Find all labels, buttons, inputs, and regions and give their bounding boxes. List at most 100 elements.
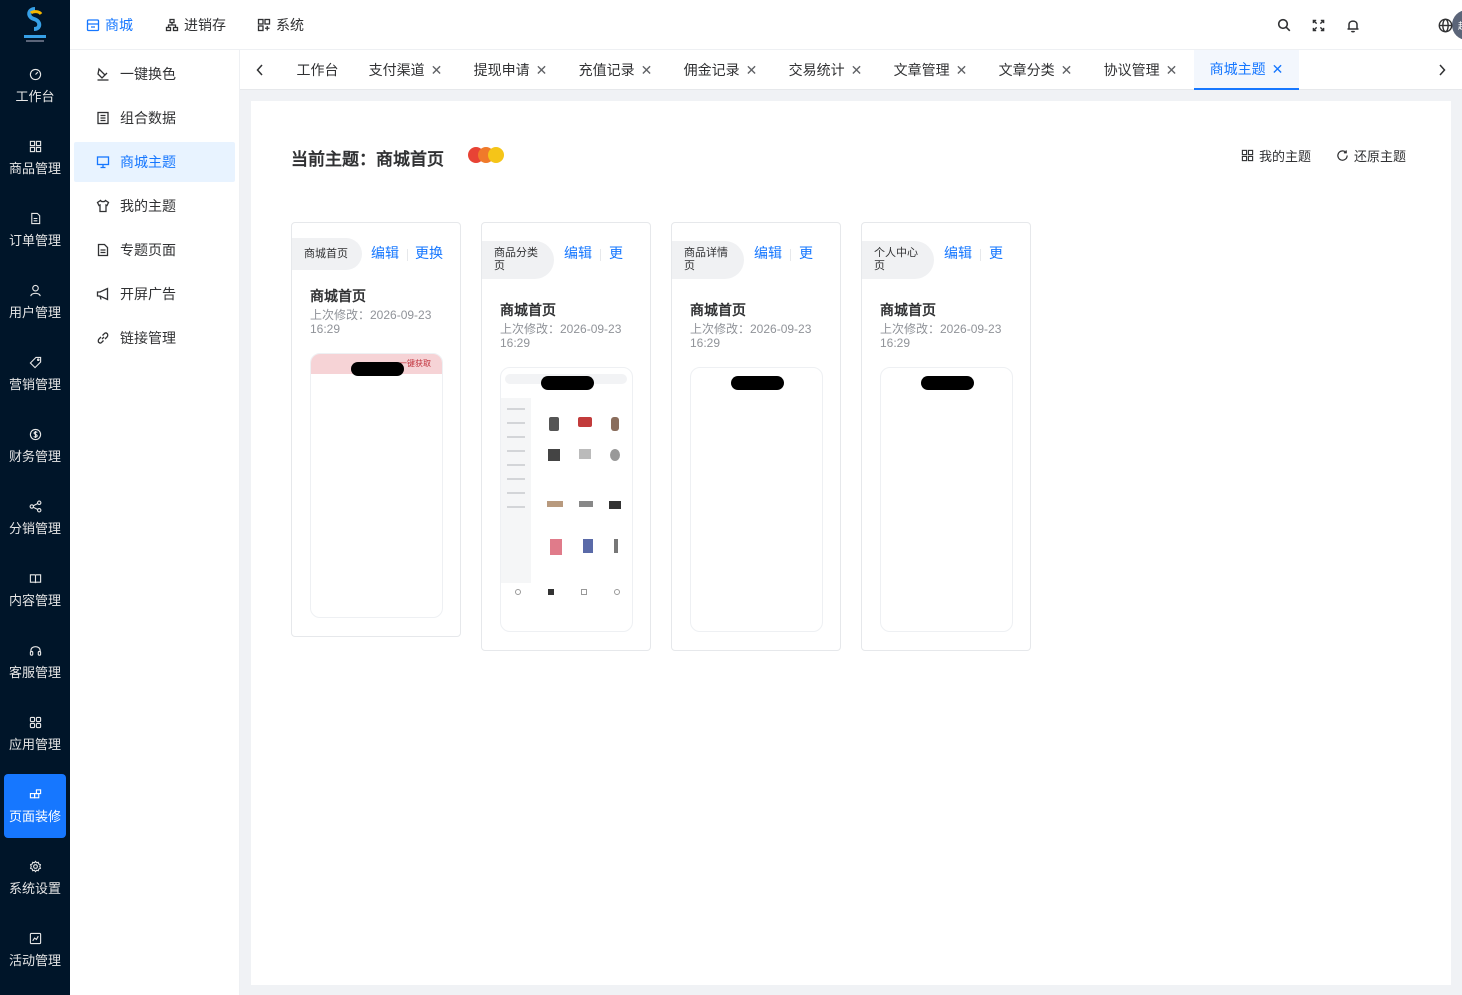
divider xyxy=(790,249,791,261)
tab-article-category[interactable]: 文章分类 ✕ xyxy=(988,50,1083,90)
link-icon xyxy=(97,332,109,344)
nav-label: 营销管理 xyxy=(8,376,61,392)
tab-withdraw-request[interactable]: 提现申请 ✕ xyxy=(463,50,558,90)
apps-icon xyxy=(29,716,41,728)
shirt-icon xyxy=(96,199,110,213)
sub-item-label: 链接管理 xyxy=(120,330,176,346)
nav-item-distribution[interactable]: 分销管理 xyxy=(4,486,66,550)
close-icon[interactable]: ✕ xyxy=(641,62,653,79)
edit-button[interactable]: 编辑 xyxy=(564,245,594,261)
edit-button[interactable]: 编辑 xyxy=(371,245,399,261)
tab-workbench[interactable]: 工作台 xyxy=(285,50,350,90)
tabs-scroll-left-icon[interactable] xyxy=(245,50,275,90)
tab-agreement-management[interactable]: 协议管理 ✕ xyxy=(1093,50,1188,90)
phone-notch xyxy=(351,362,404,376)
sub-item-one-click-color[interactable]: 一键换色 xyxy=(74,54,235,94)
close-icon[interactable]: ✕ xyxy=(1272,61,1284,78)
nav-item-dashboard[interactable]: 工作台 xyxy=(4,54,66,118)
sub-item-combined-data[interactable]: 组合数据 xyxy=(74,98,235,138)
tab-bar: 工作台 支付渠道 ✕ 提现申请 ✕ 充值记录 ✕ 佣金记录 ✕ 交易统计 ✕ 文章管理 ✕ … xyxy=(240,50,1462,90)
left-nav: 工作台 商品管理 订单管理 用户管理 营销管理 财务管理 分销管理 内容管理 客… xyxy=(0,0,70,995)
sub-item-topic-page[interactable]: 专题页面 xyxy=(74,230,235,270)
card-title: 商城首页 xyxy=(690,302,746,318)
logo[interactable] xyxy=(0,0,70,50)
card-title: 商城首页 xyxy=(310,288,366,304)
edit-button[interactable]: 编辑 xyxy=(944,245,974,261)
close-icon[interactable]: ✕ xyxy=(536,62,548,79)
tab-recharge-record[interactable]: 充值记录 ✕ xyxy=(568,50,663,90)
my-themes-button[interactable]: 我的主题 xyxy=(1241,146,1311,165)
theme-preview[interactable]: 一键获取 xyxy=(310,353,443,618)
tab-article-management[interactable]: 文章管理 ✕ xyxy=(883,50,978,90)
divider xyxy=(980,249,981,261)
nav-item-apps[interactable]: 应用管理 xyxy=(4,702,66,766)
close-icon[interactable]: ✕ xyxy=(431,62,443,79)
nav-item-page-decoration[interactable]: 页面装修 xyxy=(4,774,66,838)
main-panel: 当前主题：商城首页 我的主题 还原主题 商城首页 编辑 更换 商城首页 上次修改… xyxy=(251,101,1451,985)
card-date: 上次修改：2026-09-23 16:29 xyxy=(310,308,432,336)
nav-label: 用户管理 xyxy=(8,304,61,320)
nav-label: 分销管理 xyxy=(8,520,61,536)
dashboard-icon xyxy=(29,68,41,80)
restore-theme-button[interactable]: 还原主题 xyxy=(1336,146,1406,165)
sub-item-mall-theme[interactable]: 商城主题 xyxy=(74,142,235,182)
top-menu-system[interactable]: 系统 xyxy=(257,0,304,50)
theme-card[interactable]: 商品分类页 编辑 更换 商城首页 上次修改：2026-09-23 16:29 xyxy=(481,222,651,651)
close-icon[interactable]: ✕ xyxy=(1166,62,1178,79)
page-icon xyxy=(97,243,109,257)
sub-item-link-management[interactable]: 链接管理 xyxy=(74,318,235,358)
theme-card[interactable]: 商城首页 编辑 更换 商城首页 上次修改：2026-09-23 16:29 一键… xyxy=(291,222,461,637)
tab-commission-record[interactable]: 佣金记录 ✕ xyxy=(673,50,768,90)
swap-button[interactable]: 更换 xyxy=(415,245,443,261)
sub-item-label: 组合数据 xyxy=(120,110,176,126)
close-icon[interactable]: ✕ xyxy=(956,62,968,79)
sub-item-my-theme[interactable]: 我的主题 xyxy=(74,186,235,226)
edit-button[interactable]: 编辑 xyxy=(754,245,784,261)
fullscreen-icon[interactable] xyxy=(1309,16,1327,34)
globe-icon[interactable] xyxy=(1436,16,1454,34)
theme-color-swatch[interactable] xyxy=(468,147,508,163)
sub-item-label: 我的主题 xyxy=(120,198,176,214)
close-icon[interactable]: ✕ xyxy=(746,62,758,79)
dollar-icon xyxy=(29,428,41,440)
card-title: 商城首页 xyxy=(880,302,936,318)
nav-item-content[interactable]: 内容管理 xyxy=(4,558,66,622)
tab-mall-theme[interactable]: 商城主题 ✕ xyxy=(1194,50,1299,90)
tab-trade-stats[interactable]: 交易统计 ✕ xyxy=(778,50,873,90)
nav-item-marketing[interactable]: 营销管理 xyxy=(4,342,66,406)
nav-item-settings[interactable]: 系统设置 xyxy=(4,846,66,910)
swap-button[interactable]: 更换 xyxy=(799,245,815,261)
top-menu-inventory[interactable]: 进销存 xyxy=(165,0,226,50)
close-icon[interactable]: ✕ xyxy=(851,62,863,79)
close-icon[interactable]: ✕ xyxy=(1061,62,1073,79)
store-icon xyxy=(86,19,100,32)
preview-product-grid xyxy=(539,403,629,555)
theme-card[interactable]: 商品详情页 编辑 更换 商城首页 上次修改：2026-09-23 16:29 xyxy=(671,222,841,651)
theme-card[interactable]: 个人中心页 编辑 更换 商城首页 上次修改：2026-09-23 16:29 xyxy=(861,222,1031,651)
theme-preview[interactable] xyxy=(690,367,823,632)
bell-icon[interactable] xyxy=(1344,16,1362,34)
theme-preview[interactable] xyxy=(500,367,633,632)
top-menu-mall[interactable]: 商城 xyxy=(86,0,133,50)
search-icon[interactable] xyxy=(1275,16,1293,34)
nav-label: 客服管理 xyxy=(8,664,61,680)
sub-item-label: 专题页面 xyxy=(120,242,176,258)
activity-icon xyxy=(29,932,41,944)
user-icon xyxy=(29,284,41,296)
card-tag: 商品分类页 xyxy=(482,241,554,279)
nav-item-activity[interactable]: 活动管理 xyxy=(4,918,66,982)
swap-button[interactable]: 更换 xyxy=(989,245,1005,261)
nav-label: 商品管理 xyxy=(8,160,61,176)
nav-item-users[interactable]: 用户管理 xyxy=(4,270,66,334)
theme-preview[interactable] xyxy=(880,367,1013,632)
book-icon xyxy=(29,573,41,583)
tab-payment-channel[interactable]: 支付渠道 ✕ xyxy=(358,50,453,90)
nav-item-orders[interactable]: 订单管理 xyxy=(4,198,66,262)
nav-item-finance[interactable]: 财务管理 xyxy=(4,414,66,478)
sub-item-splash-ad[interactable]: 开屏广告 xyxy=(74,274,235,314)
tabs-scroll-right-icon[interactable] xyxy=(1427,50,1457,90)
swap-button[interactable]: 更换 xyxy=(609,245,625,261)
nav-label: 系统设置 xyxy=(8,880,61,896)
nav-item-products[interactable]: 商品管理 xyxy=(4,126,66,190)
nav-item-service[interactable]: 客服管理 xyxy=(4,630,66,694)
